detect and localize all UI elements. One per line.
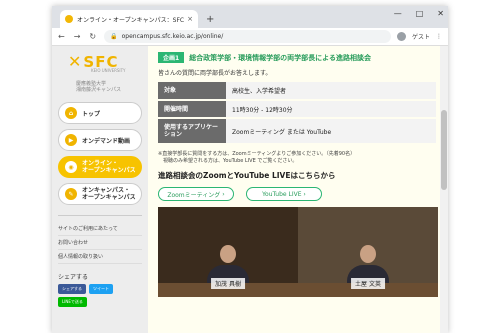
- twitter-share-button[interactable]: ツイート: [89, 284, 113, 294]
- table-value-cell: Zoomミーティング または YouTube: [226, 118, 436, 145]
- speaker-nameplate: 加茂 具樹: [211, 278, 245, 289]
- nav-top[interactable]: ⌂ トップ: [58, 102, 142, 124]
- favicon-icon: [65, 15, 73, 23]
- online-icon: ◉: [65, 161, 77, 173]
- campus-name: 慶應義塾大学 湘南藤沢キャンパス: [76, 81, 122, 93]
- zoom-button-label: Zoomミーティング: [167, 191, 221, 199]
- chevron-right-icon: ›: [222, 190, 225, 198]
- url-text: opencampus.sfc.keio.ac.jp/online/: [121, 33, 224, 40]
- note-line-1: ※直接学部長に質問をする方は、Zoomミーティングよりご参加ください。（先着90…: [158, 151, 356, 157]
- event-info-table: 対象 高校生、入学希望者 開催時間 11時30分 - 12時30分 使用するアプ…: [158, 82, 436, 145]
- link-site-usage[interactable]: サイトのご利用にあたって: [58, 222, 142, 236]
- table-row: 開催時間 11時30分 - 12時30分: [158, 100, 436, 119]
- nav-on-demand-label: オンデマンド動画: [82, 137, 131, 145]
- scroll-thumb[interactable]: [441, 110, 447, 190]
- browser-tab[interactable]: オンライン・オープンキャンパス：SFC ... ×: [60, 10, 198, 28]
- address-bar[interactable]: 🔒 opencampus.sfc.keio.ac.jp/online/: [104, 30, 391, 43]
- lock-icon: 🔒: [110, 33, 118, 40]
- table-header-cell: 使用するアプリケーション: [158, 118, 226, 145]
- nav-online-label-1: オンライン・: [82, 160, 119, 167]
- youtube-live-button[interactable]: YouTube LIVE ›: [246, 187, 322, 201]
- share-title: シェアする: [58, 274, 89, 281]
- menu-icon[interactable]: ⋮: [436, 33, 442, 40]
- share-buttons: シェアする ツイート LINEで送る: [58, 284, 142, 307]
- maximize-button[interactable]: □: [416, 9, 424, 18]
- guest-label: ゲスト: [411, 34, 430, 41]
- close-button[interactable]: ✕: [437, 9, 444, 18]
- intro-text: 皆さんの質問に両学部長がお答えします。: [158, 70, 272, 77]
- play-icon: ▶: [65, 134, 77, 146]
- table-header-cell: 対象: [158, 82, 226, 101]
- table-value-cell: 11時30分 - 12時30分: [226, 100, 436, 119]
- page-scrollbar[interactable]: [440, 46, 448, 333]
- minimize-button[interactable]: —: [394, 9, 402, 18]
- browser-toolbar: ← → ↻ 🔒 opencampus.sfc.keio.ac.jp/online…: [52, 28, 448, 46]
- nav-online-open-campus[interactable]: ◉ オンライン・ オープンキャンパス: [58, 156, 142, 178]
- event-badge: 企画1: [158, 52, 185, 63]
- section-header: 企画1 総合政策学部・環境情報学部の両学部長による進路相談会: [158, 52, 438, 63]
- main-content: 企画1 総合政策学部・環境情報学部の両学部長による進路相談会 皆さんの質問に両学…: [148, 46, 448, 333]
- tab-title: オンライン・オープンキャンパス：SFC ...: [77, 16, 185, 24]
- window-controls: — □ ✕: [394, 9, 444, 18]
- footer-links: サイトのご利用にあたって お問い合わせ 個人情報の取り扱い: [58, 215, 142, 264]
- link-contact[interactable]: お問い合わせ: [58, 236, 142, 250]
- video-panel-left: 加茂 具樹: [158, 207, 298, 297]
- logo-subtitle: KEIO UNIVERSITY: [91, 68, 126, 73]
- chevron-right-icon: ›: [303, 190, 306, 198]
- table-header-cell: 開催時間: [158, 100, 226, 119]
- nav-on-campus-open-campus[interactable]: ✎ オンキャンパス・ オープンキャンパス: [58, 183, 142, 205]
- video-preview: 加茂 具樹 土屋 文英: [158, 207, 438, 297]
- table-row: 使用するアプリケーション Zoomミーティング または YouTube: [158, 118, 436, 145]
- profile-avatar-icon[interactable]: [396, 32, 406, 41]
- campus-icon: ✎: [65, 188, 77, 200]
- facebook-share-button[interactable]: シェアする: [58, 284, 86, 294]
- nav-on-demand[interactable]: ▶ オンデマンド動画: [58, 129, 142, 151]
- nav-oncampus-label-1: オンキャンパス・: [82, 187, 131, 194]
- page-content: ✕ SFC KEIO UNIVERSITY 慶應義塾大学 湘南藤沢キャンパス ⌂…: [52, 46, 448, 333]
- tab-close-icon[interactable]: ×: [187, 15, 193, 23]
- table-value-cell: 高校生、入学希望者: [226, 82, 436, 101]
- tab-strip: オンライン・オープンキャンパス：SFC ... × + — □ ✕: [52, 6, 448, 28]
- nav-online-label-2: オープンキャンパス: [82, 167, 136, 174]
- participation-note: ※直接学部長に質問をする方は、Zoomミーティングよりご参加ください。（先着90…: [158, 151, 438, 165]
- back-button[interactable]: ←: [58, 32, 65, 41]
- sfc-logo-mark: ✕: [68, 52, 82, 71]
- forward-button[interactable]: →: [74, 32, 81, 41]
- line-share-button[interactable]: LINEで送る: [58, 297, 87, 307]
- new-tab-button[interactable]: +: [206, 14, 214, 25]
- zoom-meeting-button[interactable]: Zoomミーティング ›: [158, 187, 234, 201]
- table-row: 対象 高校生、入学希望者: [158, 82, 436, 101]
- join-buttons: Zoomミーティング › YouTube LIVE ›: [158, 187, 438, 201]
- note-line-2: 視聴のみ希望される方は、YouTube LIVE でご覧ください。: [158, 158, 298, 164]
- nav-oncampus-label-2: オープンキャンパス: [82, 194, 136, 201]
- speaker-nameplate: 土屋 文英: [351, 278, 385, 289]
- video-panel-right: 土屋 文英: [298, 207, 438, 297]
- sidebar: ✕ SFC KEIO UNIVERSITY 慶應義塾大学 湘南藤沢キャンパス ⌂…: [52, 46, 148, 333]
- reload-button[interactable]: ↻: [89, 32, 96, 41]
- youtube-button-label: YouTube LIVE: [262, 190, 302, 198]
- section-title: 総合政策学部・環境情報学部の両学部長による進路相談会: [189, 53, 371, 62]
- browser-window: オンライン・オープンキャンパス：SFC ... × + — □ ✕ ← → ↻ …: [52, 6, 448, 333]
- live-heading: 進路相談会のZoomとYouTube LIVEはこちらから: [158, 171, 336, 180]
- nav-top-label: トップ: [82, 110, 101, 118]
- link-privacy[interactable]: 個人情報の取り扱い: [58, 250, 142, 264]
- home-icon: ⌂: [65, 107, 77, 119]
